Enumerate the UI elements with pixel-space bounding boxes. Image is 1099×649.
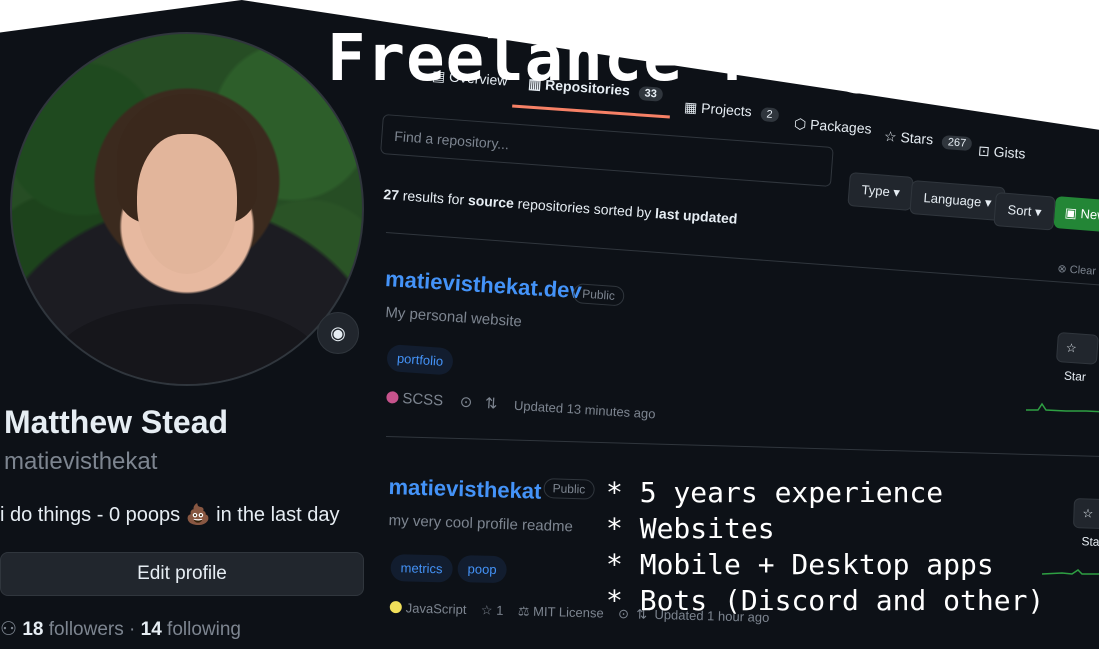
star-icon: ☆ [1082,506,1094,521]
profile-name: Matthew Stead [4,404,229,440]
avatar[interactable] [10,32,364,386]
avatar-face [137,134,237,274]
topic-tag[interactable]: portfolio [386,344,455,376]
star-icon: ☆ [1065,340,1078,356]
clear-filter-button[interactable]: ⊗ Clear [1057,262,1096,278]
tab-count: 2 [759,107,779,123]
issue-icon: ⊙ [459,393,473,412]
star-icon: ☆ [883,127,898,145]
repo-icon: ▣ [1064,204,1078,221]
package-icon: ⬡ [793,115,807,133]
visibility-badge: Public [572,283,625,307]
following-label[interactable]: following [167,619,241,640]
visibility-badge: Public [543,478,595,500]
language-filter-button[interactable]: Language ▾ [909,180,1006,222]
star-icon[interactable]: ☆ [481,602,493,617]
avatar-shirt [52,304,322,384]
feature-item: * Mobile + Desktop apps [606,548,994,581]
people-icon: ⚇ [0,619,18,640]
new-repository-button[interactable]: ▣ New [1053,196,1099,234]
topic-tag[interactable]: poop [457,555,507,584]
edit-profile-button[interactable]: Edit profile [0,552,364,596]
following-count[interactable]: 14 [141,619,162,640]
pull-request-icon: ⇅ [484,395,498,413]
tab-gists[interactable]: ⊡ Gists [977,142,1027,162]
repo-name-link[interactable]: matievisthekat [388,474,542,505]
star-button[interactable]: ☆ Star [1072,498,1099,549]
feature-item: * Bots (Discord and other) [606,584,1045,617]
topic-tag[interactable]: metrics [390,554,453,583]
tab-count: 267 [941,134,973,152]
feature-list: * 5 years experience * Websites * Mobile… [606,475,1044,619]
activity-sparkline [1026,402,1099,413]
type-filter-button[interactable]: Type ▾ [847,172,915,211]
feature-item: * 5 years experience [606,476,944,509]
code-square-icon: ⊡ [977,142,991,160]
follow-separator: · [129,619,136,640]
github-profile-screenshot: ◉ Matthew Stead matievisthekat i do thin… [0,0,1099,649]
activity-sparkline [1042,569,1099,575]
close-icon: ⊗ [1057,262,1068,276]
follow-stats: ⚇ 18 followers · 14 following [0,618,241,641]
feature-item: * Websites [606,512,775,545]
followers-label[interactable]: followers [49,619,124,640]
star-button[interactable]: ☆ Star [1055,332,1099,384]
language-color-dot [389,600,402,614]
language-color-dot [386,390,399,404]
sort-filter-button[interactable]: Sort ▾ [993,192,1056,231]
headline: Freelance Programmer [327,22,1099,96]
table-icon: ▦ [683,98,698,116]
profile-login: matievisthekat [4,448,158,475]
profile-bio: i do things - 0 poops 💩 in the last day [0,504,340,526]
law-icon: ⚖ [517,603,530,619]
status-emoji-icon[interactable]: ◉ [317,312,359,354]
followers-count[interactable]: 18 [22,619,43,640]
